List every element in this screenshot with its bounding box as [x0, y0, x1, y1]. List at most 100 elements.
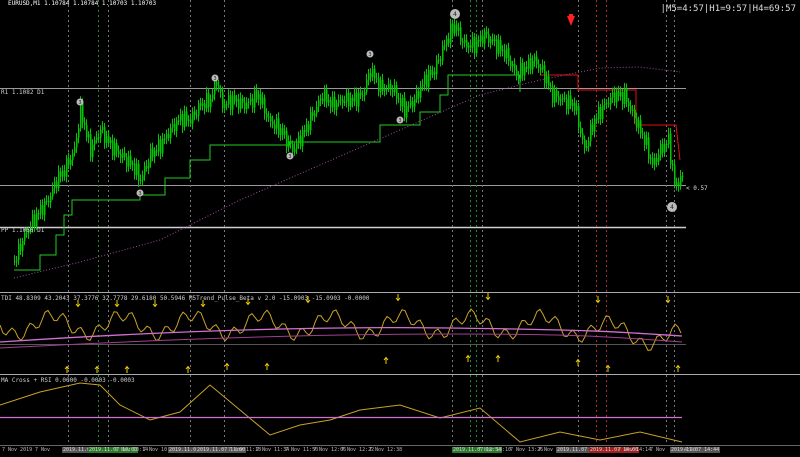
candle-body — [40, 204, 42, 215]
candle-body — [64, 170, 66, 177]
candle-body — [16, 259, 18, 262]
chart-canvas[interactable]: 4 3 3 3 3 3 3 4 — [0, 0, 800, 457]
candle-body — [260, 94, 262, 105]
wave-markers: 4 3 3 3 3 3 3 4 — [76, 9, 677, 212]
candle-body — [582, 133, 584, 140]
candle-body — [528, 58, 530, 69]
candle-body — [34, 214, 36, 227]
candle-body — [74, 147, 76, 154]
candle-body — [200, 103, 202, 106]
candle-body — [646, 137, 648, 146]
candle-body — [406, 106, 408, 118]
candle-body — [298, 135, 300, 144]
candle-body — [594, 118, 596, 132]
candle-body — [492, 39, 494, 42]
candle-body — [446, 38, 448, 46]
candle-body — [162, 138, 164, 154]
candle-body — [252, 98, 254, 108]
candle-body — [188, 119, 190, 122]
up-arrow-icon — [675, 364, 681, 372]
candle-body — [262, 97, 264, 105]
candle-body — [76, 137, 78, 148]
candle-body — [308, 124, 310, 131]
candle-body — [44, 200, 46, 216]
wave-marker-label: 4 — [453, 11, 457, 18]
candle-body — [516, 70, 518, 76]
candle-body — [456, 24, 458, 31]
candle-body — [524, 66, 526, 76]
candle-body — [314, 113, 316, 117]
up-arrow-icon — [264, 362, 270, 370]
candle-body — [364, 91, 366, 96]
candle-body — [172, 123, 174, 128]
candle-body — [590, 124, 592, 142]
candle-body — [180, 114, 182, 121]
candle-body — [486, 31, 488, 34]
tdi-indicator-label: TDI 48.8309 43.2043 37.3776 32.7778 29.6… — [1, 295, 370, 302]
candle-body — [138, 163, 140, 181]
candle-body — [274, 124, 276, 129]
candle-body — [326, 89, 328, 103]
candle-body — [514, 63, 516, 71]
candle-body — [150, 148, 152, 163]
candle-body — [334, 96, 336, 110]
r1-level-label: R1 1.1082 D1 — [1, 89, 45, 96]
candle-body — [574, 102, 576, 111]
candle-body — [206, 93, 208, 109]
candle-body — [186, 111, 188, 122]
candle-body — [658, 154, 660, 162]
up-arrow-icon — [185, 365, 191, 373]
candle-body — [362, 95, 364, 97]
candle-body — [670, 133, 672, 164]
candle-body — [618, 91, 620, 97]
candle-body — [176, 120, 178, 132]
candle-body — [444, 45, 446, 47]
candle-body — [128, 155, 130, 167]
candle-body — [636, 118, 638, 128]
candle-body — [98, 137, 100, 139]
candle-body — [272, 121, 274, 125]
candle-body — [432, 71, 434, 75]
candle-body — [458, 27, 460, 31]
ma-cross-line — [0, 382, 683, 443]
support-stepline — [14, 74, 521, 271]
candle-body — [442, 45, 444, 61]
candle-body — [402, 97, 404, 107]
price-tag: < 0.57 — [686, 185, 708, 192]
candle-body — [328, 99, 330, 103]
up-arrow-icon — [64, 365, 70, 373]
candle-body — [382, 79, 384, 92]
candle-body — [324, 89, 326, 102]
candle-body — [232, 95, 234, 110]
candle-body — [42, 204, 44, 216]
candle-body — [340, 99, 342, 101]
up-arrow-icon — [94, 365, 100, 373]
candle-body — [580, 127, 582, 134]
candle-body — [538, 64, 540, 68]
candle-body — [292, 143, 294, 152]
ma-cross-indicator-label: MA Cross + RSI 0.0000 -0.0003 -0.0003 — [1, 377, 135, 384]
time-axis-tick: 7 Nov 13:10 — [478, 447, 512, 453]
candle-body — [360, 92, 362, 96]
candle-body — [396, 84, 398, 99]
candle-body — [380, 79, 382, 92]
candle-body — [506, 48, 508, 59]
candle-body — [570, 95, 572, 106]
candle-body — [210, 98, 212, 108]
candle-body — [544, 65, 546, 84]
candle-body — [566, 98, 568, 110]
candle-body — [256, 90, 258, 100]
candle-body — [336, 103, 338, 110]
candle-body — [412, 101, 414, 107]
candle-body — [38, 213, 40, 215]
candle-body — [632, 109, 634, 111]
candle-body — [548, 76, 550, 86]
candle-body — [378, 78, 380, 92]
candle-body — [268, 116, 270, 118]
candle-body — [202, 103, 204, 106]
candle-body — [120, 154, 122, 158]
candle-body — [266, 113, 268, 118]
candle-body — [248, 101, 250, 103]
candle-body — [116, 142, 118, 152]
candle-body — [652, 158, 654, 165]
